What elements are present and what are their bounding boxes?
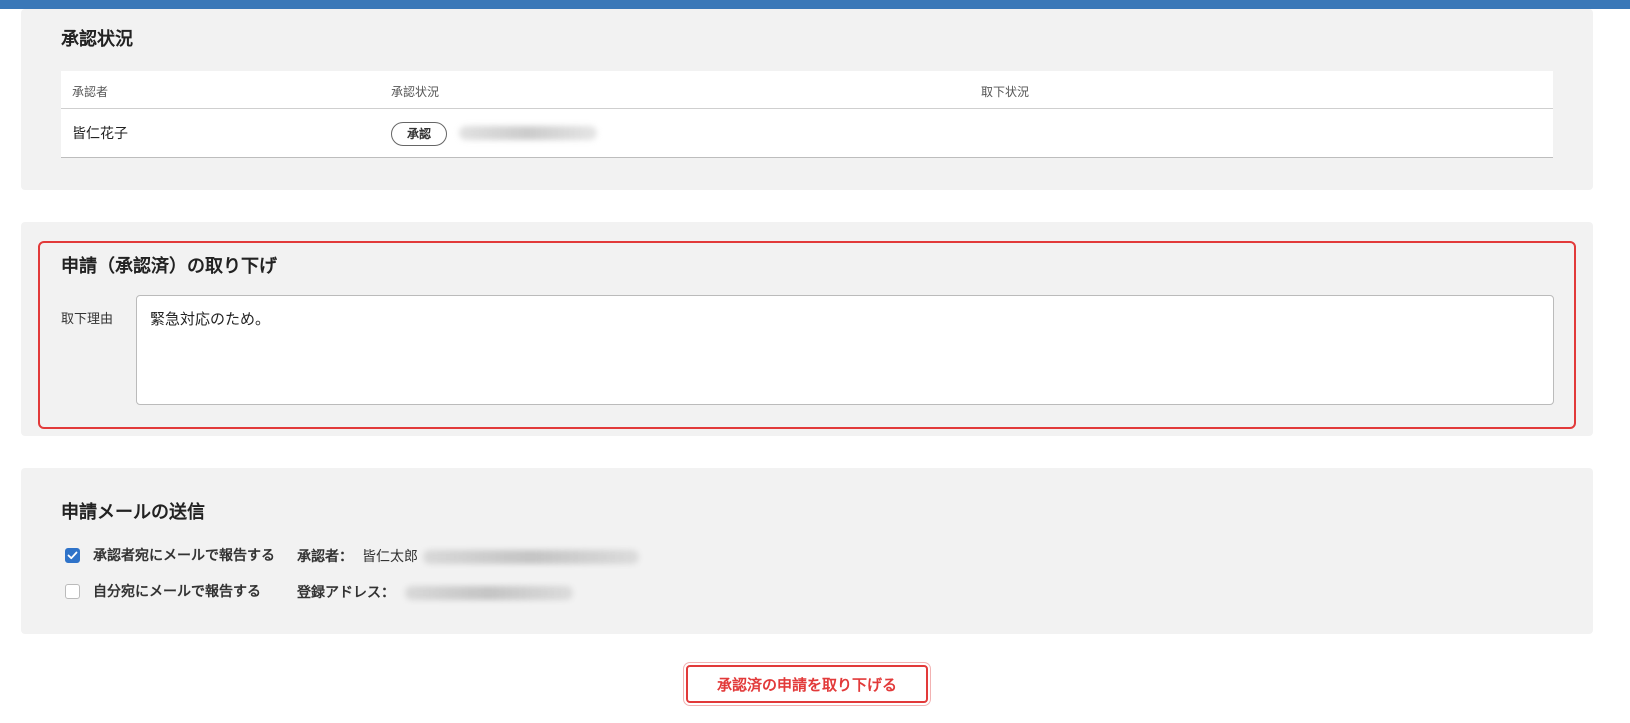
notify-self-checkbox[interactable] <box>65 583 80 599</box>
withdraw-highlight-frame <box>38 241 1576 429</box>
approval-status-title: 承認状況 <box>61 29 133 50</box>
approval-status-panel: 承認状況 承認者 承認状況 取下状況 皆仁花子 承認 <box>21 9 1593 190</box>
registered-address-label: 登録アドレス： <box>297 585 395 601</box>
table-row: 皆仁花子 承認 <box>61 109 1553 158</box>
notify-approver-option[interactable]: 承認者宛にメールで報告する <box>65 545 275 565</box>
approval-table: 承認者 承認状況 取下状況 皆仁花子 承認 <box>61 71 1553 158</box>
column-header-withdraw-status: 取下状況 <box>981 85 1030 99</box>
status-badge: 承認 <box>391 122 447 146</box>
approval-datetime-redacted <box>459 126 597 140</box>
registered-address-redacted <box>405 586 573 600</box>
mail-title: 申請メールの送信 <box>61 502 205 523</box>
approver-email-redacted <box>423 550 639 564</box>
checkmark-icon <box>67 551 78 559</box>
column-header-approver: 承認者 <box>72 85 109 99</box>
notify-approver-checkbox[interactable] <box>65 547 80 563</box>
notify-self-label: 自分宛にメールで報告する <box>93 584 261 600</box>
table-header: 承認者 承認状況 取下状況 <box>61 71 1553 109</box>
column-header-approval-status: 承認状況 <box>391 85 440 99</box>
notify-approver-label: 承認者宛にメールで報告する <box>93 548 275 564</box>
approver-name: 皆仁花子 <box>72 126 128 142</box>
mail-panel: 申請メールの送信 承認者宛にメールで報告する 承認者： 皆仁太郎 自分宛にメール… <box>21 468 1593 634</box>
approver-meta-name: 皆仁太郎 <box>362 549 418 565</box>
top-bar <box>0 0 1630 9</box>
withdraw-approved-request-button[interactable]: 承認済の申請を取り下げる <box>686 665 928 703</box>
approver-meta-label: 承認者： <box>297 549 353 565</box>
notify-self-option[interactable]: 自分宛にメールで報告する <box>65 581 261 601</box>
